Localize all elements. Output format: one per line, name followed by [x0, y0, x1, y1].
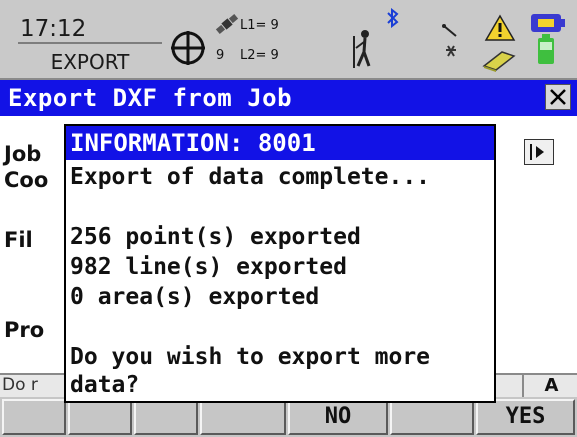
- progress-field-label: Pro: [4, 318, 45, 342]
- softkey-f3[interactable]: [134, 399, 198, 435]
- sat-count: 9: [216, 48, 225, 63]
- satellite-crosshair-icon: [171, 31, 205, 65]
- softkey-f1[interactable]: [2, 399, 66, 435]
- l2-count: L2= 9: [240, 48, 279, 63]
- message-line: data?: [70, 372, 140, 398]
- clock-time: 17:12: [18, 16, 162, 44]
- dialog-header: INFORMATION: 8001: [66, 126, 494, 160]
- bluetooth-icon: [387, 8, 399, 28]
- softkey-row: NO YES: [0, 397, 577, 437]
- battery-icon: [531, 14, 565, 64]
- person-rover-icon: [353, 30, 371, 68]
- close-x-icon: [550, 89, 566, 105]
- message-line: Do you wish to export more: [70, 344, 431, 370]
- file-field-label: Fil: [4, 228, 33, 252]
- close-button[interactable]: [545, 84, 571, 110]
- status-bar: 17:12 EXPORT 9 L1= 9 L2= 9: [0, 0, 577, 80]
- window-title-bar: Export DXF from Job: [0, 80, 577, 116]
- yes-button[interactable]: YES: [476, 399, 575, 435]
- mode-label: EXPORT: [50, 50, 130, 74]
- warning-icon: [484, 14, 516, 41]
- dialog-title: INFORMATION: 8001: [70, 129, 316, 157]
- caps-indicator: A: [522, 375, 577, 397]
- message-line: 982 line(s) exported: [70, 254, 347, 280]
- message-line: Export of data complete...: [70, 164, 431, 190]
- job-list-arrow[interactable]: [524, 139, 554, 165]
- radio-link-icon: [442, 24, 457, 57]
- device-screen: 17:12 EXPORT 9 L1= 9 L2= 9 Export DXF fr…: [0, 0, 577, 437]
- message-line: 256 point(s) exported: [70, 224, 361, 250]
- softkey-f2[interactable]: [68, 399, 132, 435]
- chevron-right-icon: [530, 144, 544, 160]
- softkey-f6[interactable]: [390, 399, 474, 435]
- memory-card-icon: [482, 51, 516, 72]
- job-field-label: Job: [4, 142, 42, 166]
- l1-count: L1= 9: [240, 18, 279, 33]
- window-title: Export DXF from Job: [8, 84, 293, 112]
- coord-field-label: Coo: [4, 168, 49, 192]
- satellite-icon: [215, 13, 239, 35]
- message-line: 0 area(s) exported: [70, 284, 320, 310]
- no-button[interactable]: NO: [288, 399, 388, 435]
- information-dialog: INFORMATION: 8001 Export of data complet…: [64, 124, 496, 403]
- hint-text: Do r: [2, 375, 38, 395]
- softkey-f4[interactable]: [200, 399, 286, 435]
